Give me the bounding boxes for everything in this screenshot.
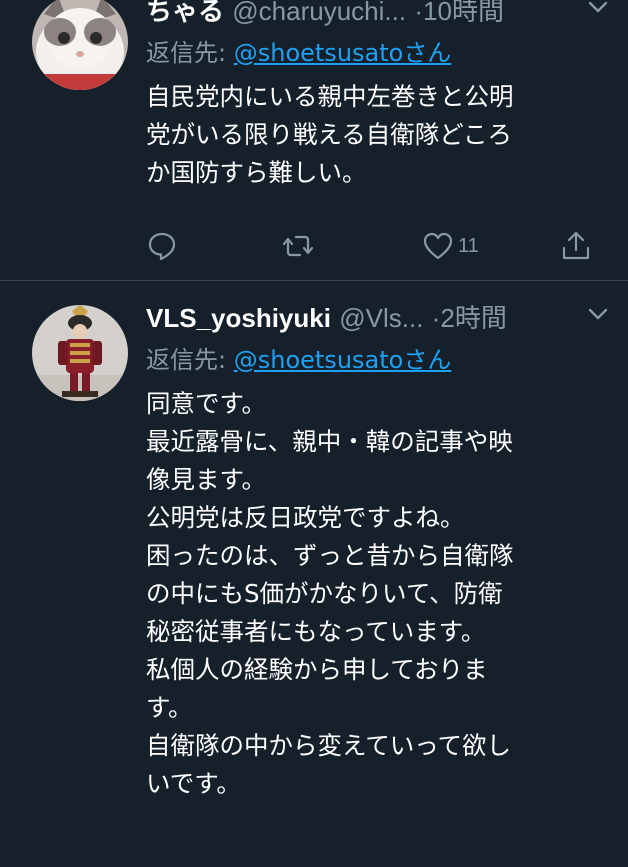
tweet-header: VLS_yoshiyuki @Vls... ·2時間 xyxy=(146,299,610,337)
text-line: 公明党は反日政党ですよね。 xyxy=(146,503,465,532)
chevron-down-icon[interactable] xyxy=(586,299,610,337)
text-line: 像見ます。 xyxy=(146,465,267,494)
reply-prefix: 返信先: xyxy=(146,39,227,67)
timestamp[interactable]: 10時間 xyxy=(423,0,504,26)
display-name[interactable]: VLS_yoshiyuki xyxy=(146,303,331,333)
timestamp[interactable]: 2時間 xyxy=(440,303,506,333)
tweet-text: 同意です。 最近露骨に、親中・韓の記事や映 像見ます。 公明党は反日政党ですよね… xyxy=(146,385,610,803)
text-line: 同意です。 xyxy=(146,389,267,418)
text-line: 困ったのは、ずっと昔から自衛隊 xyxy=(146,541,514,570)
like-button[interactable]: 11 xyxy=(422,226,479,266)
separator-dot: · xyxy=(414,0,424,26)
cat-avatar-image xyxy=(32,0,128,90)
avatar-cat[interactable] xyxy=(32,0,128,90)
text-line: 私個人の経験から申しておりま xyxy=(146,655,488,684)
share-button[interactable] xyxy=(560,226,592,266)
display-name[interactable]: ちゃる xyxy=(146,0,224,26)
heart-icon xyxy=(423,232,453,260)
text-line: す。 xyxy=(146,693,193,722)
reply-mention-link[interactable]: @shoetsusatoさん xyxy=(234,346,452,374)
chevron-down-icon[interactable] xyxy=(586,0,610,30)
share-icon xyxy=(562,231,590,260)
reply-mention-link[interactable]: @shoetsusatoさん xyxy=(234,39,452,67)
like-count: 11 xyxy=(458,234,479,257)
samurai-avatar-image xyxy=(32,305,128,401)
avatar-samurai[interactable] xyxy=(32,305,128,401)
text-line: 自民党内にいる親中左巻きと公明 xyxy=(146,82,514,111)
action-bar: 11 xyxy=(146,226,596,266)
user-handle[interactable]: @charuyuchi... xyxy=(232,0,406,26)
text-line: か国防すら難しい。 xyxy=(146,158,367,187)
text-line: 党がいる限り戦える自衛隊どころ xyxy=(146,120,513,149)
reply-context: 返信先: @shoetsusatoさん xyxy=(146,32,610,74)
text-line: の中にもS価がかなりいて、防衛 xyxy=(146,579,503,608)
text-line: 最近露骨に、親中・韓の記事や映 xyxy=(146,427,513,456)
text-line: 秘密従事者にもなっています。 xyxy=(146,617,486,646)
reply-prefix: 返信先: xyxy=(146,346,227,374)
user-handle[interactable]: @Vls... xyxy=(339,303,423,333)
reply-context: 返信先: @shoetsusatoさん xyxy=(146,339,610,381)
tweet-1[interactable]: ちゃる @charuyuchi... ·10時間 返信先: @shoetsusa… xyxy=(0,0,628,280)
tweet-header: ちゃる @charuyuchi... ·10時間 xyxy=(146,0,610,30)
speech-bubble-icon xyxy=(148,232,176,261)
retweet-button[interactable] xyxy=(282,226,314,266)
retweet-icon xyxy=(282,235,314,257)
tweet-2[interactable]: VLS_yoshiyuki @Vls... ·2時間 返信先: @shoetsu… xyxy=(0,281,628,867)
reply-button[interactable] xyxy=(146,226,178,266)
text-line: いです。 xyxy=(146,769,241,798)
tweet-text: 自民党内にいる親中左巻きと公明 党がいる限り戦える自衛隊どころ か国防すら難しい… xyxy=(146,78,610,192)
text-line: 自衛隊の中から変えていって欲し xyxy=(146,731,512,760)
